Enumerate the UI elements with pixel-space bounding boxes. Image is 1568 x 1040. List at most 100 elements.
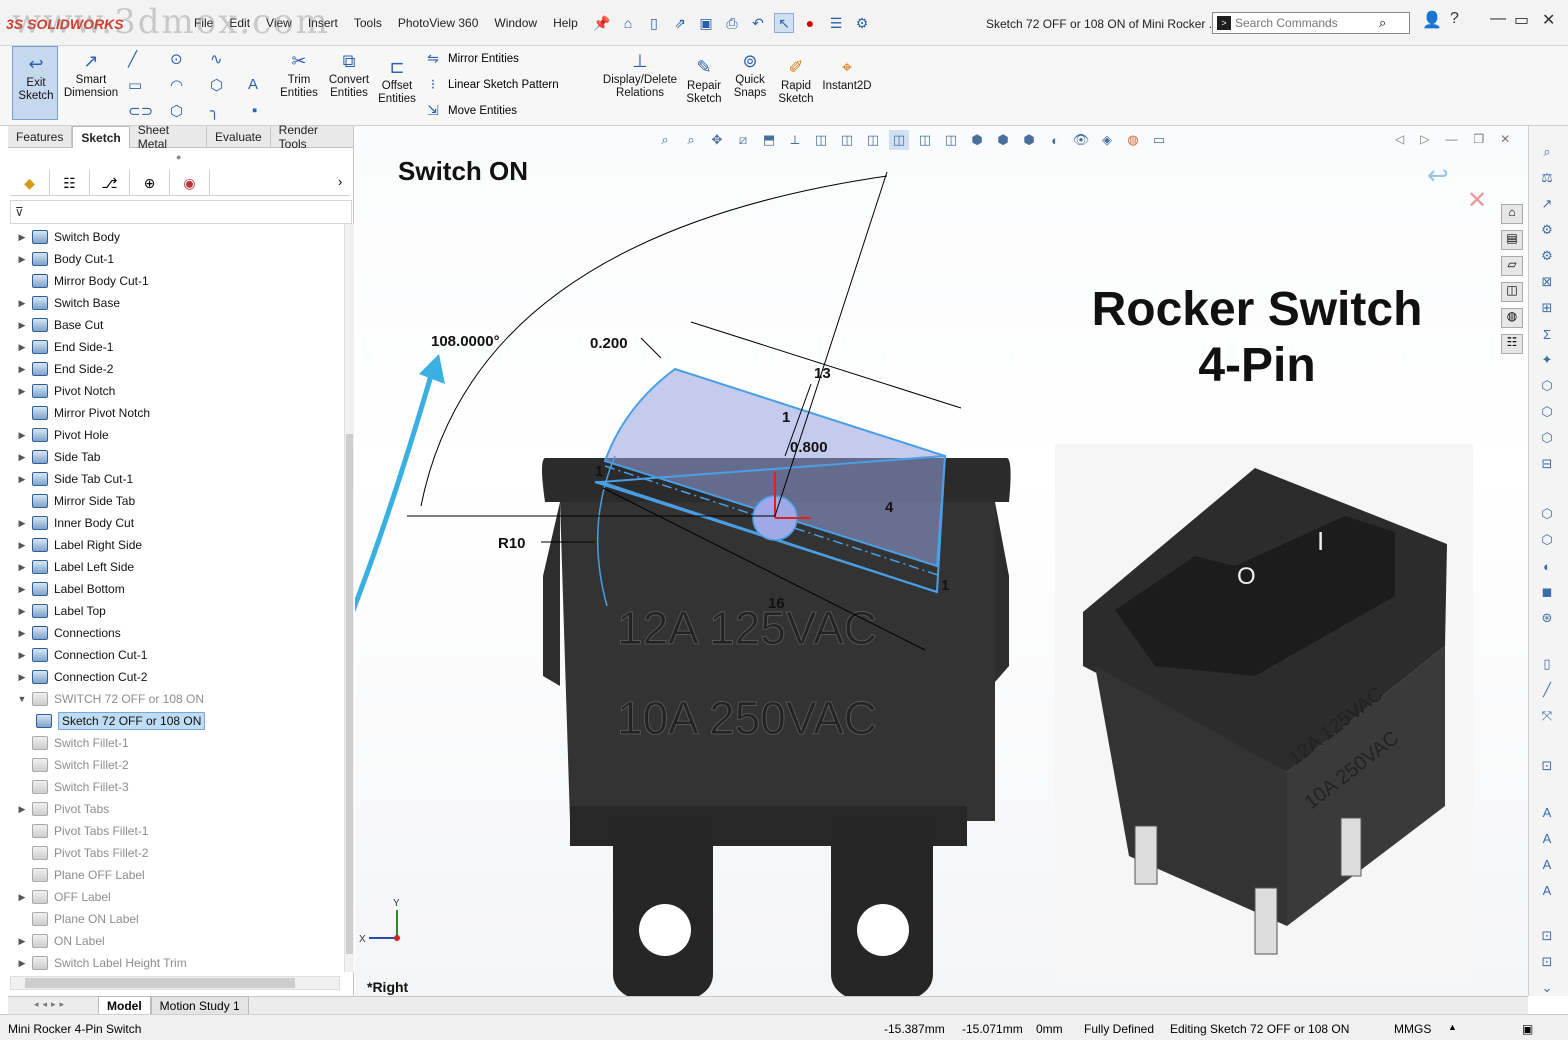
polygon-icon[interactable]: ⬡: [210, 76, 223, 94]
smart-dimension-button[interactable]: ↗ Smart Dimension: [62, 50, 120, 100]
file-explorer-tab-icon[interactable]: ▱: [1501, 256, 1523, 276]
repair-sketch-button[interactable]: ✎ Repair Sketch: [684, 56, 724, 106]
appearances-tab-icon[interactable]: ◍: [1501, 308, 1523, 328]
new-document-icon[interactable]: ▯: [644, 13, 664, 33]
expand-arrow-icon[interactable]: ▶: [12, 606, 32, 617]
polygon-icon-2[interactable]: ⬡: [170, 102, 183, 120]
tree-item[interactable]: Plane OFF Label: [12, 864, 145, 886]
propertymanager-tab-icon[interactable]: ☷: [50, 170, 90, 196]
print-icon[interactable]: ⎙: [722, 13, 742, 33]
tree-item[interactable]: ▶ Pivot Notch: [12, 380, 115, 402]
expand-arrow-icon[interactable]: ▶: [12, 562, 32, 573]
expand-arrow-icon[interactable]: ▶: [12, 320, 32, 331]
sketch-tools-icon[interactable]: ⌕: [1537, 142, 1557, 162]
tree-item[interactable]: Plane ON Label: [12, 908, 139, 930]
tree-item[interactable]: Switch Fillet-3: [12, 776, 129, 798]
tool-25-icon[interactable]: A: [1537, 854, 1557, 874]
tool-18-icon[interactable]: ⊛: [1537, 608, 1557, 628]
scroll-thumb[interactable]: [346, 434, 353, 954]
configurationmanager-tab-icon[interactable]: ⎇: [90, 170, 130, 196]
undo-icon[interactable]: ↶: [748, 13, 768, 33]
dimxpert-tab-icon[interactable]: ⊕: [130, 170, 170, 196]
tree-item[interactable]: ▶ OFF Label: [12, 886, 111, 908]
menu-window[interactable]: Window: [486, 16, 545, 30]
minimize-icon[interactable]: —: [1490, 10, 1506, 28]
search-icon[interactable]: ⌕: [1379, 15, 1386, 31]
menu-photoview[interactable]: PhotoView 360: [390, 16, 487, 30]
tree-item[interactable]: ▶ Inner Body Cut: [12, 512, 134, 534]
tree-item[interactable]: Mirror Body Cut-1: [12, 270, 149, 292]
expand-arrow-icon[interactable]: ▶: [12, 958, 32, 969]
tab-model[interactable]: Model: [98, 996, 151, 1014]
expand-arrow-icon[interactable]: ▶: [12, 650, 32, 661]
panel-grip-icon[interactable]: ●: [176, 152, 181, 162]
tool-28-icon[interactable]: ⊡: [1537, 952, 1557, 972]
tree-item[interactable]: ▶ Switch Label Height Trim: [12, 952, 187, 972]
expand-arrow-icon[interactable]: ▶: [12, 232, 32, 243]
tree-item[interactable]: ▶ End Side-2: [12, 358, 113, 380]
expand-arrow-icon[interactable]: ▼: [12, 694, 32, 704]
expand-arrow-icon[interactable]: ▶: [12, 584, 32, 595]
tool-24-icon[interactable]: A: [1537, 828, 1557, 848]
tree-horizontal-scrollbar[interactable]: [10, 976, 340, 990]
help-icon[interactable]: ?: [1450, 10, 1459, 28]
tool-22-icon[interactable]: ⊡: [1537, 756, 1557, 776]
tab-features[interactable]: Features: [8, 126, 73, 148]
tree-item[interactable]: ▶ Label Right Side: [12, 534, 142, 556]
move-entities-button[interactable]: ⇲ Move Entities: [424, 102, 517, 119]
expand-arrow-icon[interactable]: ▶: [12, 474, 32, 485]
tree-item[interactable]: ▶ Pivot Tabs: [12, 798, 109, 820]
mirror-entities-button[interactable]: ⇋ Mirror Entities: [424, 50, 519, 67]
tool-23-icon[interactable]: A: [1537, 802, 1557, 822]
expand-arrow-icon[interactable]: ▶: [12, 518, 32, 529]
tree-item[interactable]: Switch Fillet-1: [12, 732, 129, 754]
tool-4-icon[interactable]: ⚙: [1537, 220, 1557, 240]
status-bar-toggle-icon[interactable]: ▣: [1522, 1022, 1533, 1036]
save-icon[interactable]: ▣: [696, 13, 716, 33]
tree-item[interactable]: ▼ SWITCH 72 OFF or 108 ON: [12, 688, 204, 710]
expand-arrow-icon[interactable]: ▶: [12, 298, 32, 309]
evaluate-icon[interactable]: ⚖: [1537, 168, 1557, 188]
tab-sheet-metal[interactable]: Sheet Metal: [130, 123, 207, 151]
rectangle-icon[interactable]: ▭: [128, 76, 142, 94]
expand-arrow-icon[interactable]: ▶: [12, 628, 32, 639]
fillet-icon[interactable]: ╮: [210, 102, 219, 120]
tree-item[interactable]: ▶ ON Label: [12, 930, 105, 952]
expand-arrow-icon[interactable]: ▶: [12, 342, 32, 353]
rebuild-icon[interactable]: ●: [800, 13, 820, 33]
pin-icon[interactable]: 📌: [592, 13, 612, 33]
expand-arrow-icon[interactable]: ▶: [12, 540, 32, 551]
tree-item[interactable]: ▶ Base Cut: [12, 314, 103, 336]
quick-snaps-button[interactable]: ⊚ Quick Snaps: [730, 50, 770, 100]
units-dropdown-icon[interactable]: ▲: [1448, 1022, 1457, 1032]
tree-item[interactable]: ▶ Switch Base: [12, 292, 120, 314]
rapid-sketch-button[interactable]: ✐ Rapid Sketch: [776, 56, 816, 106]
slot-icon[interactable]: ⊂⊃: [128, 102, 153, 120]
tool-16-icon[interactable]: ◐: [1537, 556, 1557, 576]
tree-item[interactable]: Pivot Tabs Fillet-1: [12, 820, 148, 842]
arc-icon[interactable]: ◠: [170, 76, 183, 94]
expand-arrow-icon[interactable]: ▶: [12, 892, 32, 903]
tab-sketch[interactable]: Sketch: [72, 126, 130, 148]
view-palette-tab-icon[interactable]: ◫: [1501, 282, 1523, 302]
home-icon[interactable]: ⌂: [618, 13, 638, 33]
tree-item[interactable]: ▶ Connection Cut-1: [12, 644, 147, 666]
tool-5-icon[interactable]: ⚙: [1537, 246, 1557, 266]
expand-arrow-icon[interactable]: ▶: [12, 672, 32, 683]
tree-item[interactable]: ▶ Label Bottom: [12, 578, 125, 600]
tree-item[interactable]: Mirror Side Tab: [12, 490, 135, 512]
open-icon[interactable]: ⇗: [670, 13, 690, 33]
tool-19-icon[interactable]: ▯: [1537, 654, 1557, 674]
status-units[interactable]: MMGS: [1394, 1022, 1431, 1036]
menu-tools[interactable]: Tools: [346, 16, 390, 30]
tree-item[interactable]: Pivot Tabs Fillet-2: [12, 842, 148, 864]
search-commands[interactable]: > ⌕: [1212, 12, 1410, 34]
tool-21-icon[interactable]: ⤧: [1537, 706, 1557, 726]
expand-arrow-icon[interactable]: ▶: [12, 452, 32, 463]
circle-icon[interactable]: ⊙: [170, 50, 183, 68]
tree-item[interactable]: ▶ Body Cut-1: [12, 248, 114, 270]
search-input[interactable]: [1235, 16, 1375, 30]
tree-item[interactable]: ▶ Label Left Side: [12, 556, 134, 578]
tool-26-icon[interactable]: A: [1537, 880, 1557, 900]
options-icon[interactable]: ⚙: [852, 13, 872, 33]
